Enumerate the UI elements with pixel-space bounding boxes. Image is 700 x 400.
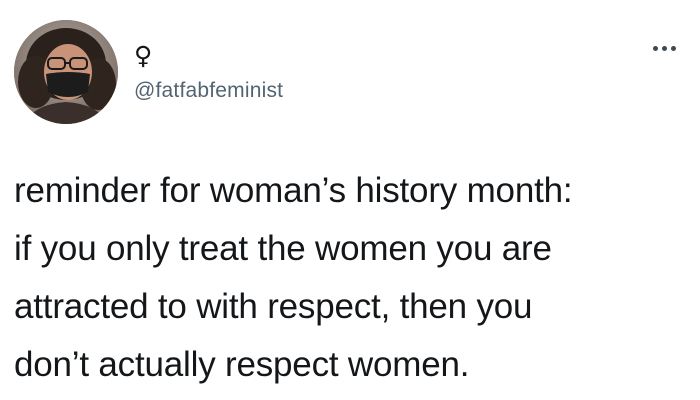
tweet-text-line: if you only treat the women you are: [14, 229, 552, 268]
display-name-row: ♀: [134, 40, 152, 72]
tweet-text: reminder for woman’s history month: if y…: [14, 162, 684, 394]
tweet-text-line: attracted to with respect, then you: [14, 287, 533, 326]
tweet-text-line: don’t actually respect women.: [14, 345, 470, 384]
avatar[interactable]: [14, 20, 118, 124]
tweet-text-line: reminder for woman’s history month:: [14, 171, 573, 210]
profile-photo-icon: [14, 20, 118, 124]
more-options-button[interactable]: [646, 38, 682, 58]
display-name[interactable]: ♀: [134, 42, 152, 70]
ellipsis-icon: [652, 45, 676, 51]
user-handle[interactable]: @fatfabfeminist: [134, 78, 283, 104]
tweet-card: ♀ @fatfabfeminist reminder for woman’s h…: [0, 0, 700, 400]
